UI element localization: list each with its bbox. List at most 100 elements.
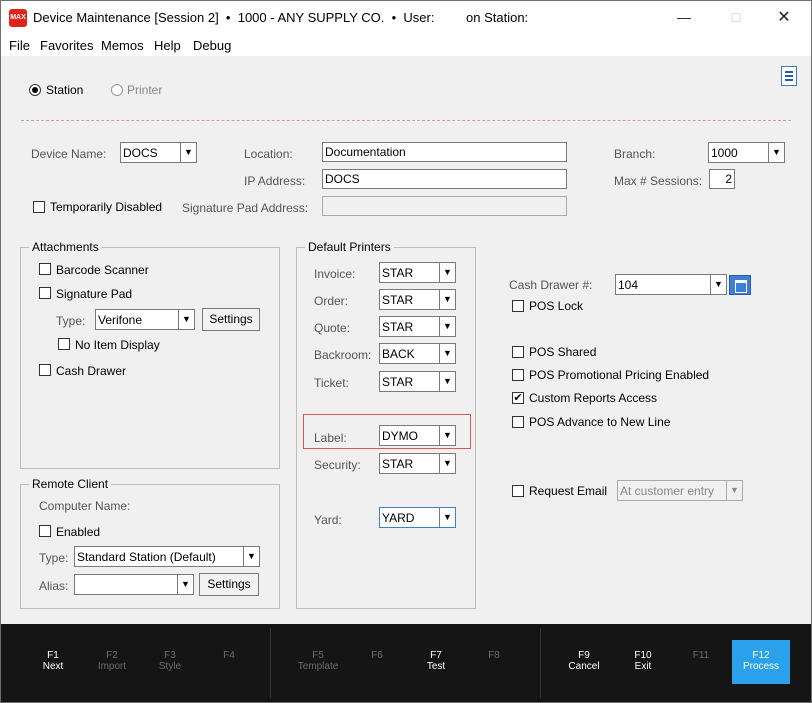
- menu-favorites[interactable]: Favorites: [40, 38, 93, 53]
- ticket-printer-combo[interactable]: STAR ▼: [379, 371, 456, 392]
- custom-reports-access-label: Custom Reports Access: [529, 391, 658, 405]
- barcode-scanner-checkbox[interactable]: [39, 263, 51, 275]
- pos-lock-label: POS Lock: [529, 299, 584, 313]
- f6-button[interactable]: F6: [348, 640, 406, 684]
- cash-drawer-label: Cash Drawer: [56, 364, 127, 378]
- order-printer-combo[interactable]: STAR ▼: [379, 289, 456, 310]
- chevron-down-icon[interactable]: ▼: [243, 547, 259, 566]
- chevron-down-icon[interactable]: ▼: [768, 143, 784, 162]
- menu-file[interactable]: File: [9, 38, 30, 53]
- fkey-divider: [540, 628, 541, 698]
- cash-drawer-number-combo[interactable]: 104 ▼: [615, 274, 727, 295]
- lookup-icon[interactable]: [729, 275, 751, 295]
- chevron-down-icon[interactable]: ▼: [177, 575, 193, 594]
- f9-label: Cancel: [568, 661, 600, 672]
- sigpad-type-combo[interactable]: Verifone ▼: [95, 309, 195, 330]
- ip-address-input[interactable]: DOCS: [322, 169, 567, 189]
- quote-printer-combo[interactable]: STAR ▼: [379, 316, 456, 337]
- f1-label: Next: [42, 661, 64, 672]
- label-printer-value: DYMO: [382, 429, 418, 443]
- branch-combo[interactable]: 1000 ▼: [708, 142, 785, 163]
- pos-lock-checkbox[interactable]: [512, 300, 524, 312]
- no-item-display-label: No Item Display: [75, 338, 160, 352]
- chevron-down-icon[interactable]: ▼: [439, 508, 455, 527]
- f10-exit-button[interactable]: F10 Exit: [614, 640, 672, 684]
- order-label: Order:: [314, 294, 349, 308]
- chevron-down-icon[interactable]: ▼: [726, 481, 742, 500]
- menu-memos[interactable]: Memos: [101, 38, 144, 53]
- max-sessions-input[interactable]: 2: [709, 169, 735, 189]
- pos-advance-new-line-checkbox[interactable]: [512, 416, 524, 428]
- chevron-down-icon[interactable]: ▼: [180, 143, 196, 162]
- chevron-down-icon[interactable]: ▼: [439, 426, 455, 445]
- function-key-bar: F1 Next F2 Import F3 Style F4 F5 Templat…: [1, 624, 811, 702]
- backroom-printer-combo[interactable]: BACK ▼: [379, 343, 456, 364]
- invoice-printer-combo[interactable]: STAR ▼: [379, 262, 456, 283]
- pos-promotional-pricing-checkbox[interactable]: [512, 369, 524, 381]
- printer-radio[interactable]: [111, 84, 123, 96]
- remote-enabled-label: Enabled: [56, 525, 101, 539]
- no-item-display-checkbox[interactable]: [58, 338, 70, 350]
- request-email-combo[interactable]: At customer entry ▼: [617, 480, 743, 501]
- f12-process-button[interactable]: F12 Process: [732, 640, 790, 684]
- alias-label: Alias:: [39, 579, 69, 593]
- sigpad-type-label: Type:: [56, 314, 86, 328]
- remote-settings-button[interactable]: Settings: [199, 573, 259, 596]
- device-name-combo[interactable]: DOCS ▼: [120, 142, 197, 163]
- pos-shared-checkbox[interactable]: [512, 346, 524, 358]
- signature-pad-address-input[interactable]: [322, 196, 567, 216]
- f2-import-button[interactable]: F2 Import: [83, 640, 141, 684]
- cash-drawer-checkbox[interactable]: [39, 364, 51, 376]
- label-printer-combo[interactable]: DYMO ▼: [379, 425, 456, 446]
- chevron-down-icon[interactable]: ▼: [439, 263, 455, 282]
- invoice-label: Invoice:: [314, 267, 356, 281]
- chevron-down-icon[interactable]: ▼: [439, 317, 455, 336]
- f9-key: F9: [578, 650, 590, 661]
- security-printer-combo[interactable]: STAR ▼: [379, 453, 456, 474]
- maximize-button[interactable]: □: [713, 1, 759, 34]
- remote-enabled-checkbox[interactable]: [39, 525, 51, 537]
- chevron-down-icon[interactable]: ▼: [439, 344, 455, 363]
- menu-debug[interactable]: Debug: [193, 38, 231, 53]
- f7-label: Test: [426, 661, 446, 672]
- signature-pad-checkbox[interactable]: [39, 287, 51, 299]
- alias-combo[interactable]: ▼: [74, 574, 194, 595]
- remote-type-combo[interactable]: Standard Station (Default) ▼: [74, 546, 260, 567]
- sigpad-settings-button[interactable]: Settings: [202, 308, 260, 331]
- window-title: Device Maintenance [Session 2] • 1000 - …: [33, 10, 435, 25]
- yard-printer-combo[interactable]: YARD ▼: [379, 507, 456, 528]
- f9-cancel-button[interactable]: F9 Cancel: [555, 640, 613, 684]
- ticket-printer-value: STAR: [382, 375, 414, 389]
- f4-button[interactable]: F4: [200, 640, 258, 684]
- minimize-button[interactable]: —: [661, 1, 707, 34]
- ticket-label: Ticket:: [314, 376, 349, 390]
- menu-help[interactable]: Help: [154, 38, 181, 53]
- f7-test-button[interactable]: F7 Test: [407, 640, 465, 684]
- f1-next-button[interactable]: F1 Next: [24, 640, 82, 684]
- custom-reports-access-checkbox[interactable]: ✔: [512, 392, 524, 404]
- f3-style-button[interactable]: F3 Style: [141, 640, 199, 684]
- location-input[interactable]: Documentation: [322, 142, 567, 162]
- chevron-down-icon[interactable]: ▼: [178, 310, 194, 329]
- f11-button[interactable]: F11: [672, 640, 730, 684]
- invoice-printer-value: STAR: [382, 266, 414, 280]
- app-logo-icon: MAX: [9, 9, 27, 27]
- chevron-down-icon[interactable]: ▼: [439, 454, 455, 473]
- chevron-down-icon[interactable]: ▼: [710, 275, 726, 294]
- label-printer-label: Label:: [314, 431, 347, 445]
- close-button[interactable]: ✕: [761, 1, 807, 34]
- f8-button[interactable]: F8: [465, 640, 523, 684]
- remote-client-title: Remote Client: [29, 477, 112, 491]
- chevron-down-icon[interactable]: ▼: [439, 290, 455, 309]
- security-printer-value: STAR: [382, 457, 414, 471]
- pos-advance-new-line-label: POS Advance to New Line: [529, 415, 671, 429]
- f5-template-button[interactable]: F5 Template: [289, 640, 347, 684]
- request-email-checkbox[interactable]: [512, 485, 524, 497]
- f7-key: F7: [430, 650, 442, 661]
- request-email-label: Request Email: [529, 484, 608, 498]
- temporarily-disabled-checkbox[interactable]: [33, 201, 45, 213]
- f2-label: Import: [97, 661, 127, 672]
- hamburger-menu-icon[interactable]: [781, 66, 797, 86]
- chevron-down-icon[interactable]: ▼: [439, 372, 455, 391]
- station-radio[interactable]: [29, 84, 41, 96]
